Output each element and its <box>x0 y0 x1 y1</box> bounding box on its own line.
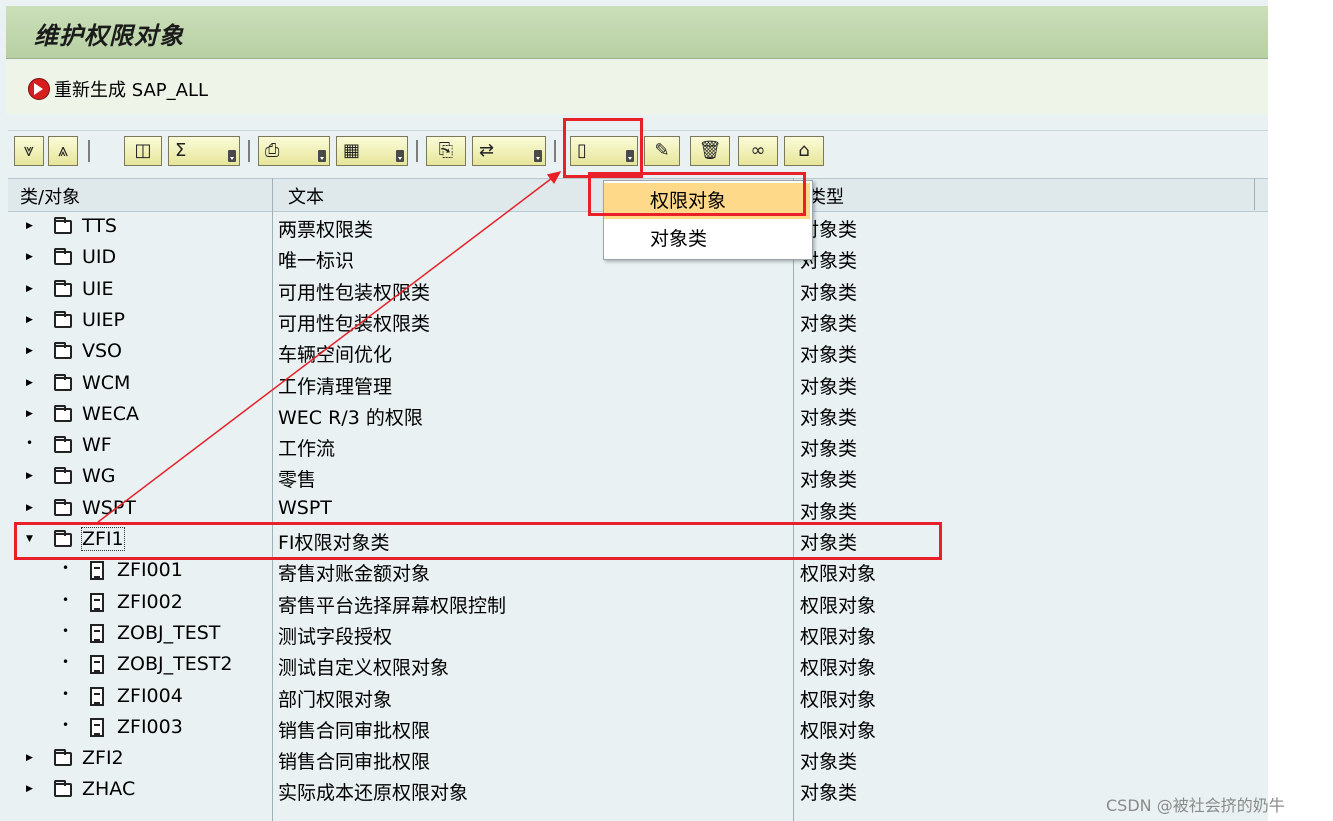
annotation-arrow <box>97 171 562 523</box>
watermark: CSDN @被社会挤的奶牛 <box>1106 796 1285 815</box>
sap-window: 维护权限对象 重新生成 SAP_ALL ⩔ ⩓ ◫ Σ ⎙ ▦ ⎘ ⇄ ▯ ✎ … <box>0 0 1268 821</box>
